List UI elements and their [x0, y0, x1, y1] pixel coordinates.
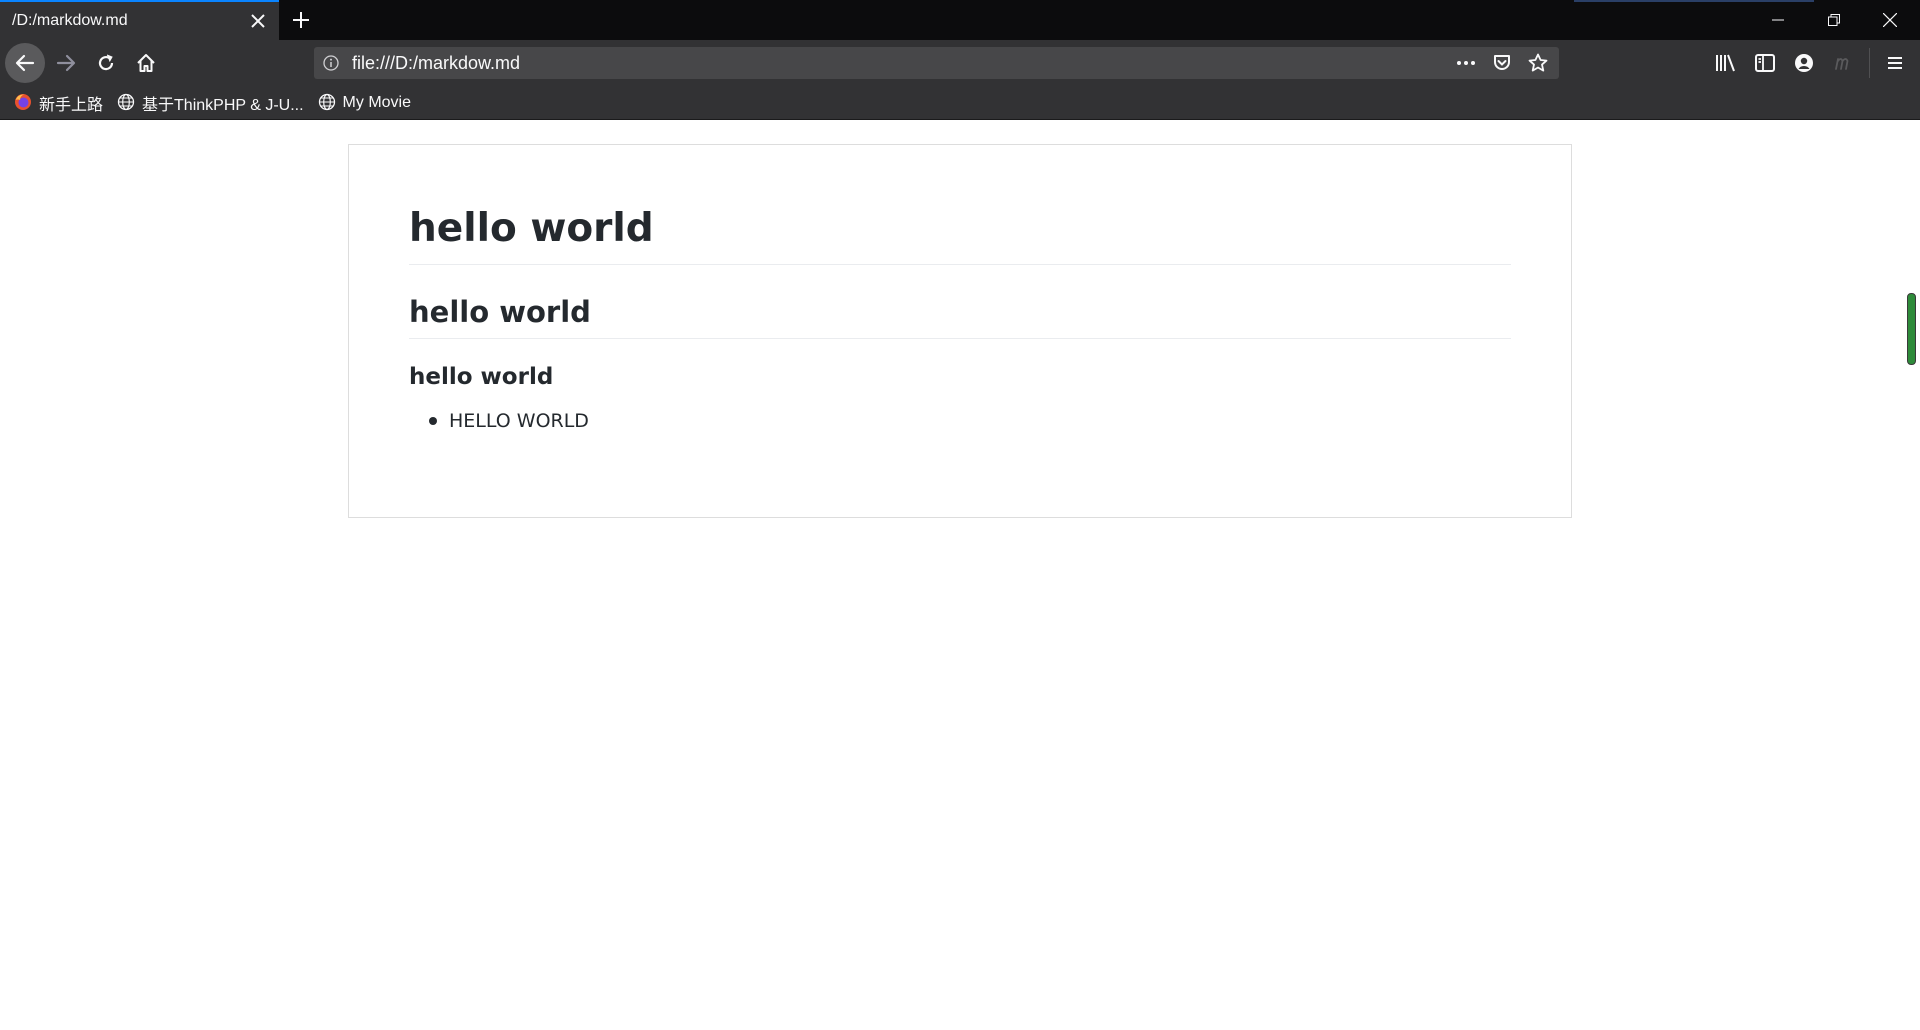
close-icon [251, 14, 265, 28]
globe-icon [318, 93, 338, 113]
bookmark-star-button[interactable] [1523, 48, 1553, 78]
back-button[interactable] [5, 43, 45, 83]
close-icon [1883, 13, 1897, 27]
arrow-right-icon [56, 54, 76, 72]
home-icon [137, 54, 155, 72]
title-bar: /D:/markdow.md [0, 0, 1920, 40]
page-actions-button[interactable] [1451, 48, 1481, 78]
more-horizontal-icon [1457, 61, 1475, 65]
navigation-toolbar: file:///D:/markdow.md [0, 40, 1920, 86]
new-tab-button[interactable] [286, 5, 316, 35]
bullet-list: HELLO WORLD [409, 408, 1511, 435]
heading-h2: hello world [409, 294, 1511, 339]
reload-icon [98, 54, 114, 71]
info-icon[interactable] [323, 55, 339, 71]
tab-active[interactable]: /D:/markdow.md [0, 0, 279, 40]
restore-icon [1828, 14, 1840, 26]
plus-icon [293, 12, 309, 28]
hamburger-menu-icon [1888, 57, 1902, 69]
library-button[interactable] [1706, 43, 1746, 83]
globe-icon [117, 93, 137, 113]
bookmark-label: 新手上路 [39, 96, 104, 114]
pocket-icon [1494, 55, 1510, 70]
url-bar[interactable]: file:///D:/markdow.md [314, 47, 1559, 79]
heading-h3: hello world [409, 364, 554, 390]
heading-h1: hello world [409, 205, 1511, 265]
library-icon [1716, 54, 1735, 72]
tab-title: /D:/markdow.md [12, 12, 128, 29]
bookmark-item-getting-started[interactable]: 新手上路 [14, 91, 103, 115]
toolbar-separator [1869, 48, 1870, 78]
page-content: hello world hello world hello world HELL… [0, 120, 1920, 1030]
bookmark-label: 基于ThinkPHP & J-U... [142, 96, 304, 114]
pocket-button[interactable] [1487, 48, 1517, 78]
list-item-text: HELLO WORLD [449, 409, 589, 432]
sidebar-icon [1755, 54, 1775, 72]
bookmark-item-thinkphp[interactable]: 基于ThinkPHP & J-U... [117, 91, 304, 115]
menu-button[interactable] [1875, 43, 1915, 83]
account-button[interactable] [1784, 43, 1824, 83]
minimize-button[interactable] [1750, 0, 1806, 40]
close-window-button[interactable] [1862, 0, 1918, 40]
minimize-icon [1772, 19, 1784, 21]
reload-button[interactable] [86, 43, 126, 83]
forward-button[interactable] [46, 43, 86, 83]
list-item: HELLO WORLD [429, 408, 1511, 435]
markdown-body: hello world hello world hello world HELL… [348, 144, 1572, 518]
extension-button[interactable] [1824, 43, 1864, 83]
scrollbar-thumb[interactable] [1907, 293, 1916, 365]
firefox-icon [14, 93, 34, 113]
bookmark-item-my-movie[interactable]: My Movie [318, 93, 411, 113]
extension-m-icon [1835, 58, 1849, 70]
star-icon [1528, 53, 1548, 72]
bullet-dot [429, 417, 437, 426]
bookmarks-toolbar: 新手上路 基于ThinkPHP & J-U... My Movie [0, 86, 1920, 120]
sidebar-button[interactable] [1745, 43, 1785, 83]
arrow-left-icon [15, 54, 35, 72]
home-button[interactable] [126, 43, 166, 83]
restore-button[interactable] [1806, 0, 1862, 40]
tab-close-button[interactable] [243, 6, 273, 36]
bookmark-label: My Movie [342, 93, 411, 111]
url-text[interactable]: file:///D:/markdow.md [352, 53, 1451, 74]
account-icon [1795, 54, 1813, 72]
